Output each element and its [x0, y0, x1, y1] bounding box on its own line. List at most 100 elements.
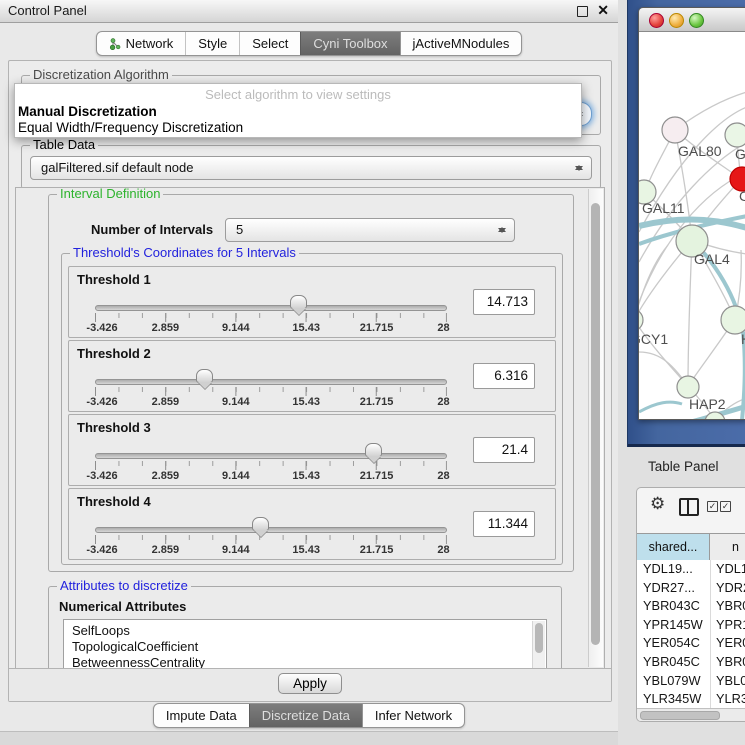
gear-icon[interactable]: ⚙: [650, 494, 665, 514]
num-intervals-label: Number of Intervals: [91, 222, 213, 237]
tab-cyni-toolbox[interactable]: Cyni Toolbox: [300, 32, 399, 55]
threshold-3-slider[interactable]: [95, 453, 447, 459]
slider-ticks: [95, 387, 447, 396]
list-item[interactable]: BetweennessCentrality: [64, 655, 546, 669]
tab-impute-data[interactable]: Impute Data: [154, 704, 249, 727]
threshold-3-card: Threshold 3 -3.426 2.859 9.144 15.43: [68, 414, 556, 486]
network-view-window: GAL80 GA C GAL11 GAL4 GCY1 H HAP2: [627, 0, 745, 447]
node-label: H: [741, 331, 745, 347]
algorithm-placeholder: Select algorithm to view settings: [15, 87, 581, 102]
checkbox-icon[interactable]: ✓: [707, 501, 718, 512]
threshold-2-slider[interactable]: [95, 379, 447, 385]
menu-item-equal-width-frequency[interactable]: Equal Width/Frequency Discretization: [18, 120, 243, 135]
threshold-1-slider[interactable]: [95, 305, 447, 311]
table-row[interactable]: YDL19... YDL1: [637, 560, 745, 579]
table-row[interactable]: YBR043C YBR0: [637, 597, 745, 616]
list-item[interactable]: SelfLoops: [64, 620, 546, 639]
threshold-4-value-field[interactable]: 11.344: [473, 511, 535, 537]
threshold-4-card: Threshold 4 -3.426 2.859 9.144 15.43: [68, 488, 556, 560]
combo-arrows-icon: [574, 161, 583, 175]
slider-scale: -3.426 2.859 9.144 15.43 21.715 28: [95, 322, 447, 334]
table-data-combobox[interactable]: galFiltered.sif default node: [30, 156, 592, 180]
threshold-1-slider-thumb[interactable]: [290, 295, 307, 309]
slider-scale: -3.426 2.859 9.144 15.43 21.715 28: [95, 396, 447, 408]
network-canvas[interactable]: GAL80 GA C GAL11 GAL4 GCY1 H HAP2: [639, 32, 745, 420]
threshold-1-card: Threshold 1 -3.426 2.859 9.144 15.43: [68, 266, 556, 338]
node-label: HAP2: [689, 396, 726, 412]
node-gal80[interactable]: [662, 117, 688, 143]
list-scrollbar[interactable]: [532, 621, 545, 669]
zoom-traffic-light-icon[interactable]: [689, 13, 704, 28]
network-graph: GAL80 GA C GAL11 GAL4 GCY1 H HAP2: [639, 32, 745, 420]
settings-scrollbar[interactable]: [588, 189, 603, 667]
threshold-4-slider[interactable]: [95, 527, 447, 533]
algorithm-dropdown-popup: Select algorithm to view settings Manual…: [14, 83, 582, 138]
node-label: GAL4: [694, 251, 730, 267]
attributes-group: Attributes to discretize Numerical Attri…: [48, 586, 562, 669]
node-gcy1[interactable]: [639, 309, 643, 331]
tab-network-label: Network: [126, 36, 174, 51]
slider-ticks: [95, 461, 447, 470]
table-panel-title: Table Panel: [648, 459, 719, 474]
num-intervals-combobox[interactable]: 5: [225, 218, 515, 242]
table-row[interactable]: YDR27... YDR2: [637, 579, 745, 598]
cyni-toolbox-panel: Discretization Algorithm Select algorith…: [8, 60, 612, 702]
network-icon: [109, 38, 121, 50]
network-window-titlebar: [639, 8, 745, 32]
node-hap2[interactable]: [677, 376, 699, 398]
checkbox-icon[interactable]: ✓: [720, 501, 731, 512]
columns-icon[interactable]: [679, 498, 699, 516]
threshold-2-slider-thumb[interactable]: [196, 369, 213, 383]
tab-discretize-data[interactable]: Discretize Data: [249, 704, 362, 727]
list-item[interactable]: TopologicalCoefficient: [64, 639, 546, 655]
column-header-shared-name[interactable]: shared...: [637, 534, 710, 560]
interval-definition-group: Interval Definition Number of Intervals …: [48, 194, 574, 572]
node-label: GAL80: [678, 143, 722, 159]
table-row[interactable]: YLR345W YLR3: [637, 690, 745, 709]
apply-button[interactable]: Apply: [278, 673, 342, 694]
apply-strip: Apply: [9, 668, 611, 701]
menu-item-manual-discretization[interactable]: Manual Discretization: [18, 104, 157, 119]
panel-title: Control Panel: [8, 0, 87, 22]
discretization-algorithm-title: Discretization Algorithm: [30, 68, 172, 82]
column-header-name[interactable]: n: [710, 534, 745, 560]
threshold-3-slider-thumb[interactable]: [365, 443, 382, 457]
table-row[interactable]: YPR145W YPR1: [637, 616, 745, 635]
table-horizontal-scrollbar[interactable]: [637, 708, 745, 721]
tab-select[interactable]: Select: [239, 32, 300, 55]
close-traffic-light-icon[interactable]: [649, 13, 664, 28]
node-label: C: [739, 188, 745, 204]
slider-ticks: [95, 535, 447, 544]
settings-scroll-area: Interval Definition Number of Intervals …: [15, 187, 605, 669]
close-icon[interactable]: ✕: [597, 2, 609, 19]
float-window-icon[interactable]: [577, 6, 588, 17]
tab-network[interactable]: Network: [97, 32, 186, 55]
threshold-3-value-field[interactable]: 21.4: [473, 437, 535, 463]
threshold-1-value-field[interactable]: 14.713: [473, 289, 535, 315]
table-data-title: Table Data: [30, 138, 98, 152]
table-row[interactable]: YBR045C YBR0: [637, 653, 745, 672]
table-row[interactable]: YBL079W YBL0: [637, 672, 745, 691]
tab-jactivemnodules[interactable]: jActiveMNodules: [400, 32, 522, 55]
tab-style[interactable]: Style: [185, 32, 239, 55]
threshold-2-value-field[interactable]: 6.316: [473, 363, 535, 389]
table-body: YDL19... YDL1 YDR27... YDR2 YBR043C YBR0…: [637, 560, 745, 709]
thresholds-group-title: Threshold's Coordinates for 5 Intervals: [70, 246, 299, 260]
interval-definition-title: Interval Definition: [57, 187, 163, 201]
node-label: GAL11: [642, 200, 685, 216]
tab-infer-network[interactable]: Infer Network: [362, 704, 464, 727]
combo-arrows-icon: [497, 223, 506, 237]
slider-scale: -3.426 2.859 9.144 15.43 21.715 28: [95, 470, 447, 482]
table-data-group: Table Data galFiltered.sif default node: [21, 145, 601, 189]
node-h-partial[interactable]: [721, 306, 745, 334]
top-tab-bar: Network Style Select Cyni Toolbox jActiv…: [96, 31, 523, 56]
thresholds-group: Threshold's Coordinates for 5 Intervals …: [61, 253, 563, 565]
table-row[interactable]: YER054C YER0: [637, 634, 745, 653]
threshold-2-card: Threshold 2 -3.426 2.859 9.144 15.43: [68, 340, 556, 412]
node-label: GA: [735, 146, 745, 162]
node-ga-partial[interactable]: [725, 123, 745, 147]
minimize-traffic-light-icon[interactable]: [669, 13, 684, 28]
threshold-4-slider-thumb[interactable]: [252, 517, 269, 531]
attributes-listbox: SelfLoops TopologicalCoefficient Between…: [63, 619, 547, 669]
screen: Control Panel ✕ Network Style: [0, 0, 745, 745]
